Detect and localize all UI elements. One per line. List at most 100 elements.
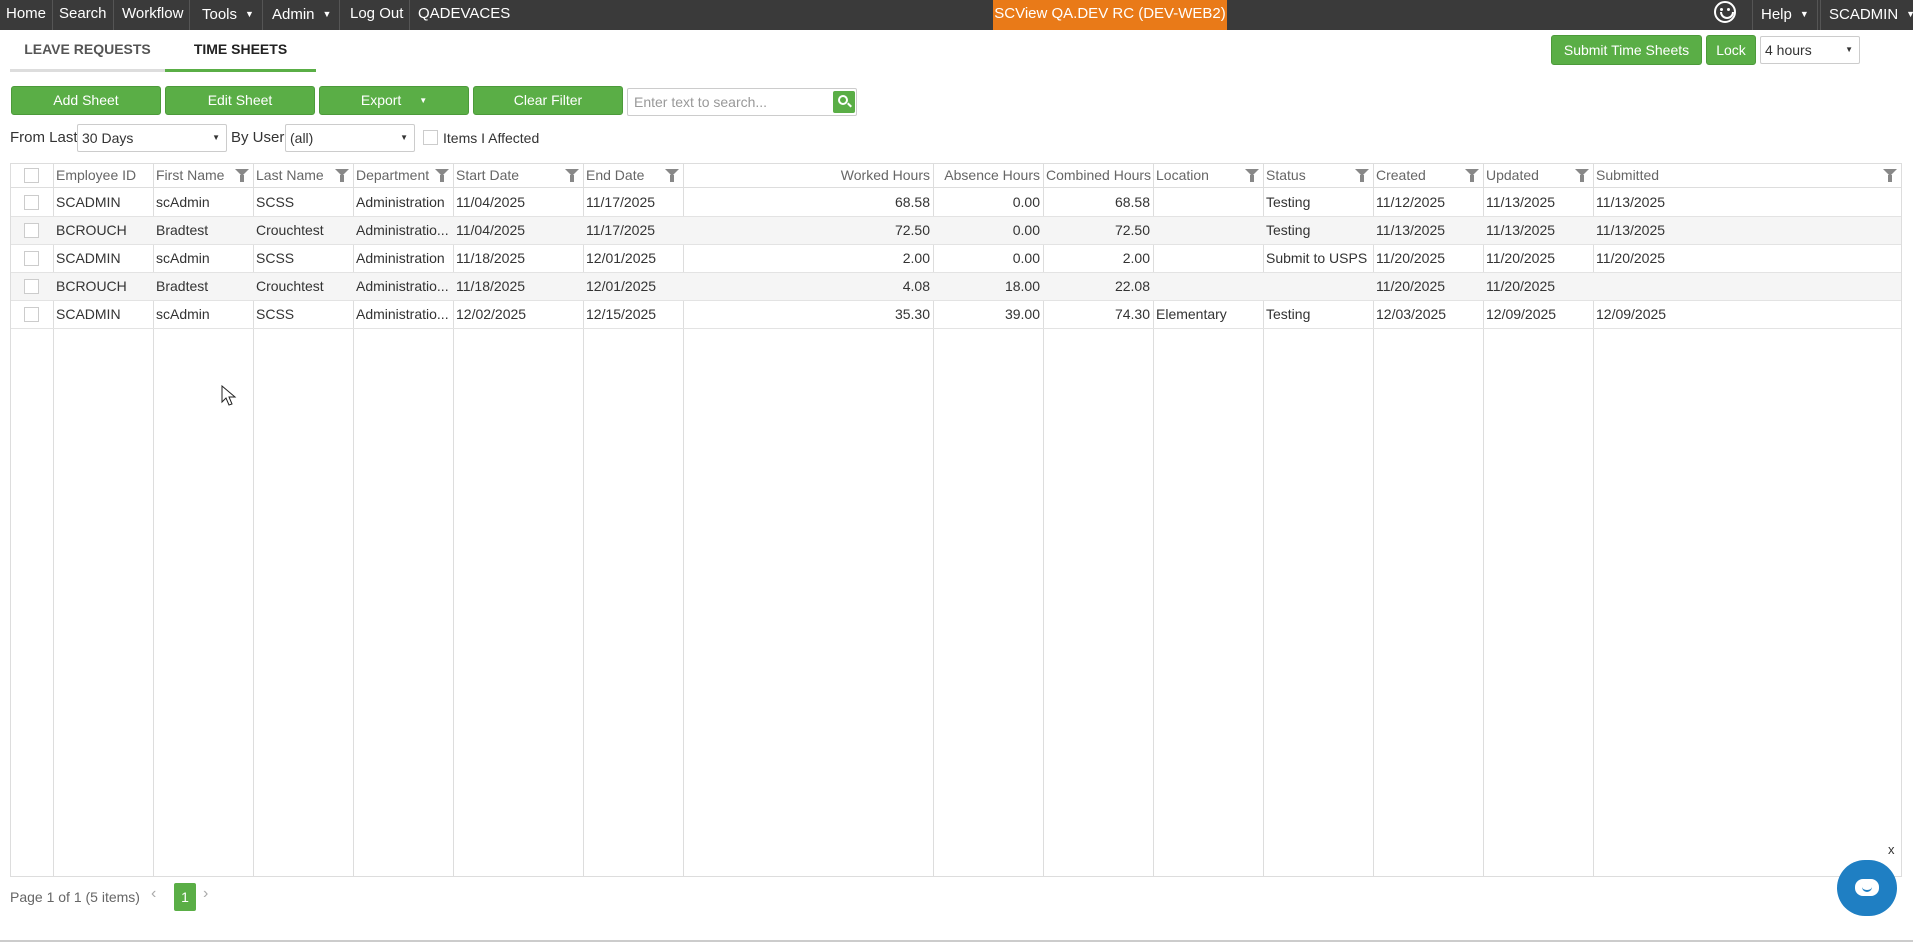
filter-icon[interactable] [335, 169, 349, 182]
cell-status: Testing [1266, 222, 1311, 238]
column-header-worked-hours[interactable]: Worked Hours [683, 164, 933, 188]
chevron-down-icon: ▼ [1906, 9, 1913, 19]
edit-sheet-button[interactable]: Edit Sheet [165, 86, 315, 115]
table-row[interactable]: BCROUCH Bradtest Crouchtest Administrati… [11, 217, 1901, 245]
row-checkbox[interactable] [24, 279, 39, 294]
table-row[interactable]: BCROUCH Bradtest Crouchtest Administrati… [11, 273, 1901, 301]
cell-combined-hours: 22.08 [1114, 278, 1150, 294]
cell-last-name: SCSS [256, 194, 295, 210]
search-button[interactable] [833, 91, 855, 113]
nav-home[interactable]: Home [0, 0, 54, 30]
nav-tools[interactable]: Tools ▼ [196, 0, 263, 30]
cell-last-name: Crouchtest [256, 222, 324, 238]
chevron-down-icon: ▼ [1799, 9, 1809, 19]
cell-status: Testing [1266, 194, 1311, 210]
search-input[interactable]: Enter text to search... [627, 88, 857, 116]
nav-tenant[interactable]: QADEVACES [412, 0, 516, 30]
add-sheet-button[interactable]: Add Sheet [11, 86, 161, 115]
cell-absence-hours: 0.00 [1012, 222, 1040, 238]
cell-last-name: Crouchtest [256, 278, 324, 294]
filter-icon[interactable] [565, 169, 579, 182]
nav-workflow-label: Workflow [122, 5, 184, 22]
cell-location [1153, 217, 1263, 244]
submit-time-sheets-button[interactable]: Submit Time Sheets [1551, 35, 1702, 65]
column-header-start-date[interactable]: Start Date [453, 164, 565, 188]
tab-leave-requests[interactable]: LEAVE REQUESTS [10, 30, 165, 72]
chevron-left-icon[interactable]: ‹ [151, 885, 156, 903]
cell-start-date: 11/18/2025 [456, 278, 526, 294]
column-header-last-name[interactable]: Last Name [253, 164, 335, 188]
pager-summary: Page 1 of 1 (5 items) [10, 889, 140, 905]
table-row[interactable]: SCADMIN scAdmin SCSS Administration 11/0… [11, 189, 1901, 217]
row-checkbox[interactable] [24, 223, 39, 238]
nav-workflow[interactable]: Workflow [116, 0, 191, 30]
cell-first-name: scAdmin [156, 306, 210, 322]
clear-filter-button[interactable]: Clear Filter [473, 86, 623, 115]
cell-end-date: 12/15/2025 [586, 306, 657, 322]
tab-time-sheets[interactable]: TIME SHEETS [165, 30, 316, 72]
nav-user-label: SCADMIN [1829, 6, 1899, 23]
column-header-employee-id[interactable]: Employee ID [53, 164, 153, 188]
nav-tools-label: Tools [202, 6, 238, 23]
chat-close-button[interactable]: x [1888, 842, 1895, 857]
nav-admin[interactable]: Admin ▼ [266, 0, 341, 30]
chat-button[interactable] [1837, 860, 1897, 916]
cell-created: 12/03/2025 [1376, 306, 1447, 322]
cell-combined-hours: 68.58 [1114, 194, 1150, 210]
nav-user-menu[interactable]: SCADMIN ▼ [1820, 0, 1913, 30]
row-checkbox[interactable] [24, 195, 39, 210]
from-last-label: From Last [10, 129, 78, 146]
export-button[interactable]: Export ▼ [319, 86, 469, 115]
select-all-checkbox[interactable] [24, 168, 39, 183]
column-header-submitted[interactable]: Submitted [1593, 164, 1873, 188]
column-header-absence-hours[interactable]: Absence Hours [933, 164, 1043, 188]
items-affected-label: Items I Affected [443, 130, 540, 146]
filter-icon[interactable] [1245, 169, 1259, 182]
column-header-combined-hours[interactable]: Combined Hours [1043, 164, 1153, 188]
cell-absence-hours: 18.00 [1004, 278, 1040, 294]
filter-icon[interactable] [1465, 169, 1479, 182]
chat-icon [1855, 879, 1879, 896]
lock-duration-select[interactable]: 4 hours ▼ [1760, 36, 1860, 64]
chevron-right-icon[interactable]: › [203, 885, 208, 903]
cell-worked-hours: 35.30 [894, 306, 930, 322]
time-sheets-grid: Employee ID First Name Last Name Departm… [10, 163, 1902, 877]
cell-submitted: 11/13/2025 [1596, 222, 1666, 238]
column-header-first-name[interactable]: First Name [153, 164, 235, 188]
nav-logout[interactable]: Log Out [344, 0, 411, 30]
filter-icon[interactable] [1575, 169, 1589, 182]
nav-search[interactable]: Search [53, 0, 114, 30]
cell-employee-id: SCADMIN [56, 306, 121, 322]
items-affected-checkbox[interactable] [423, 130, 438, 145]
nav-search-label: Search [59, 5, 107, 22]
mouse-cursor-icon [221, 385, 237, 406]
column-header-end-date[interactable]: End Date [583, 164, 665, 188]
filter-icon[interactable] [235, 169, 249, 182]
cell-location [1153, 245, 1263, 272]
by-user-select[interactable]: (all) ▼ [285, 124, 415, 152]
lock-button[interactable]: Lock [1706, 35, 1756, 65]
row-checkbox[interactable] [24, 307, 39, 322]
column-header-location[interactable]: Location [1153, 164, 1245, 188]
cell-first-name: scAdmin [156, 250, 210, 266]
cell-end-date: 12/01/2025 [586, 250, 657, 266]
column-header-status[interactable]: Status [1263, 164, 1355, 188]
filter-icon[interactable] [665, 169, 679, 182]
filter-icon[interactable] [1355, 169, 1369, 182]
column-header-updated[interactable]: Updated [1483, 164, 1575, 188]
cell-combined-hours: 74.30 [1114, 306, 1150, 322]
nav-help[interactable]: Help ▼ [1752, 0, 1818, 30]
column-header-department[interactable]: Department [353, 164, 435, 188]
cell-location: Elementary [1156, 306, 1227, 322]
feedback-smiley-icon[interactable] [1714, 1, 1736, 23]
cell-first-name: Bradtest [156, 222, 209, 238]
filter-icon[interactable] [1883, 169, 1897, 182]
page-button-1[interactable]: 1 [174, 883, 196, 911]
row-checkbox[interactable] [24, 251, 39, 266]
column-header-created[interactable]: Created [1373, 164, 1465, 188]
table-row[interactable]: SCADMIN scAdmin SCSS Administration 11/1… [11, 245, 1901, 273]
table-row[interactable]: SCADMIN scAdmin SCSS Administratio... 12… [11, 301, 1901, 329]
filter-icon[interactable] [435, 169, 449, 182]
from-last-select[interactable]: 30 Days ▼ [77, 124, 227, 152]
chevron-down-icon: ▼ [322, 9, 332, 19]
